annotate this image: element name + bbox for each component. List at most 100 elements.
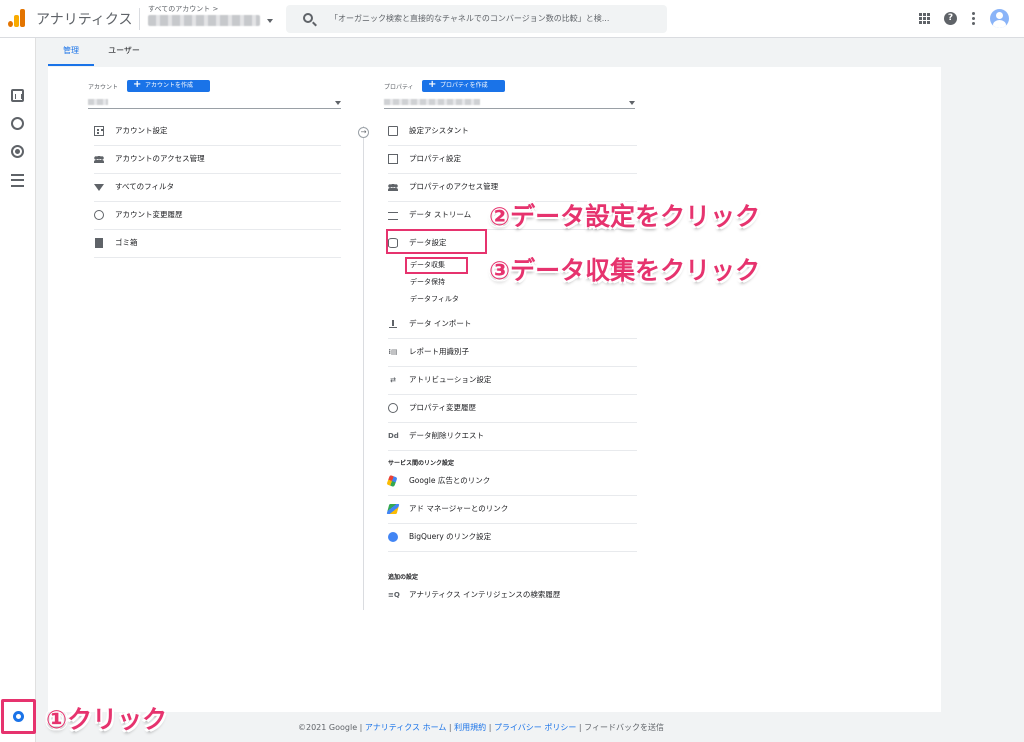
divider <box>388 394 637 395</box>
link-item[interactable]: BigQuery のリンク設定 <box>388 527 637 547</box>
annotation-step-2: ②データ設定をクリック <box>489 202 761 231</box>
search-icon <box>303 13 313 23</box>
property-item[interactable]: 設定アシスタント <box>388 121 637 141</box>
property-item-label: プロパティ変更履歴 <box>409 403 477 412</box>
footer-home-link[interactable]: アナリティクス ホーム <box>365 723 446 732</box>
building-icon <box>94 126 104 136</box>
divider <box>94 173 341 174</box>
tab-admin[interactable]: 管理 <box>48 44 94 66</box>
property-item-label: データ削除リクエスト <box>409 431 484 440</box>
footer-separator: | <box>448 723 452 732</box>
divider <box>94 229 341 230</box>
divider <box>388 422 637 423</box>
divider <box>94 145 341 146</box>
divider <box>388 523 637 524</box>
account-item-label: ゴミ箱 <box>115 238 138 247</box>
account-item-label: アカウント変更履歴 <box>115 210 183 219</box>
account-item[interactable]: すべてのフィルタ <box>94 177 341 197</box>
top-bar: アナリティクス すべてのアカウント > 「オーガニック検索と直接的なチャネルでの… <box>0 0 1024 38</box>
highlight-data-collection <box>405 257 468 274</box>
property-item[interactable]: プロパティのアクセス管理 <box>388 177 637 197</box>
account-item[interactable]: アカウントのアクセス管理 <box>94 149 341 169</box>
footer-separator: | <box>488 723 492 732</box>
property-item-label: 設定アシスタント <box>409 126 469 135</box>
chevron-down-icon <box>335 101 341 105</box>
account-select[interactable] <box>88 97 341 109</box>
property-item-label: データ ストリーム <box>409 210 472 219</box>
admin-button[interactable] <box>1 699 36 734</box>
property-item-label: データ インポート <box>409 319 472 328</box>
link-item-label: BigQuery のリンク設定 <box>409 532 492 541</box>
property-item-label: プロパティのアクセス管理 <box>409 182 499 191</box>
tab-user[interactable]: ユーザー <box>94 44 154 66</box>
footer-terms-link[interactable]: 利用規約 <box>454 723 486 732</box>
upload-icon <box>388 319 398 329</box>
bar-chart-icon[interactable] <box>11 89 24 102</box>
stream-icon <box>388 210 398 220</box>
create-account-button[interactable]: アカウントを作成 <box>127 79 210 92</box>
links-section-title: サービス間のリンク設定 <box>388 460 455 467</box>
apps-grid-icon[interactable] <box>919 13 930 24</box>
footer: ©2021 Google | アナリティクス ホーム | 利用規約 | プライバ… <box>298 722 664 733</box>
account-item-label: すべてのフィルタ <box>115 182 175 191</box>
help-icon[interactable]: ? <box>944 12 957 25</box>
data-retention-link[interactable]: データ保持 <box>410 277 445 287</box>
people-icon <box>94 154 104 164</box>
explore-icon[interactable] <box>11 117 24 130</box>
account-selector[interactable] <box>148 15 260 26</box>
more-vert-icon[interactable] <box>972 12 975 25</box>
account-item[interactable]: アカウント設定 <box>94 121 341 141</box>
app-title[interactable]: アナリティクス <box>36 9 132 29</box>
property-item[interactable]: プロパティ変更履歴 <box>388 398 637 418</box>
gear-icon[interactable] <box>13 711 24 722</box>
divider <box>388 173 637 174</box>
divider <box>94 257 341 258</box>
history-icon <box>94 210 104 220</box>
report-id-icon: ⁝▤ <box>388 348 398 356</box>
divider <box>388 551 637 552</box>
footer-copyright: ©2021 Google | <box>298 723 363 732</box>
divider <box>94 201 341 202</box>
account-item[interactable]: アカウント変更履歴 <box>94 205 341 225</box>
highlight-data-settings <box>386 229 487 254</box>
link-item[interactable]: アド マネージャーとのリンク <box>386 499 637 519</box>
link-item[interactable]: Google 広告とのリンク <box>386 471 637 491</box>
trash-icon <box>95 238 103 248</box>
chevron-down-icon[interactable] <box>267 19 273 23</box>
account-breadcrumb[interactable]: すべてのアカウント > <box>148 4 218 14</box>
divider <box>388 495 637 496</box>
account-item-label: アカウントのアクセス管理 <box>115 154 205 163</box>
divider <box>388 338 637 339</box>
account-item[interactable]: ゴミ箱 <box>94 233 341 253</box>
checkbox-icon <box>388 126 398 136</box>
divider <box>388 145 637 146</box>
property-item[interactable]: データ インポート <box>388 314 637 334</box>
property-item-label: レポート用識別子 <box>409 347 469 356</box>
property-item[interactable]: Dd データ削除リクエスト <box>388 426 637 446</box>
link-item-label: Google 広告とのリンク <box>409 476 491 485</box>
arrow-right-icon[interactable]: → <box>358 127 369 138</box>
avatar[interactable] <box>990 9 1009 28</box>
extra-item[interactable]: ≡Q アナリティクス インテリジェンスの検索履歴 <box>388 585 637 605</box>
property-select[interactable] <box>384 97 635 109</box>
property-item[interactable]: ⁝▤ レポート用識別子 <box>388 342 637 362</box>
annotation-step-3: ③データ収集をクリック <box>489 256 761 285</box>
dd-icon: Dd <box>388 432 399 440</box>
data-filter-link[interactable]: データフィルタ <box>410 294 459 304</box>
create-property-button[interactable]: プロパティを作成 <box>422 79 505 92</box>
property-item-label: プロパティ設定 <box>409 154 462 163</box>
property-label: プロパティ <box>384 84 414 91</box>
extra-section-title: 追加の設定 <box>388 574 419 581</box>
left-nav <box>0 38 36 742</box>
search-placeholder[interactable]: 「オーガニック検索と直接的なチャネルでのコンバージョン数の比較」と検... <box>330 13 660 24</box>
analytics-logo-icon[interactable] <box>8 9 26 27</box>
advertising-icon[interactable] <box>11 145 24 158</box>
configure-icon[interactable] <box>11 174 24 187</box>
annotation-step-1: ①クリック <box>46 705 168 734</box>
footer-privacy-link[interactable]: プライバシー ポリシー <box>494 723 576 732</box>
footer-feedback-link[interactable]: フィードバックを送信 <box>584 723 664 732</box>
property-item[interactable]: プロパティ設定 <box>388 149 637 169</box>
column-divider <box>363 126 364 610</box>
extra-item-label: アナリティクス インテリジェンスの検索履歴 <box>409 590 561 599</box>
property-item[interactable]: ⇄ アトリビューション設定 <box>388 370 637 390</box>
